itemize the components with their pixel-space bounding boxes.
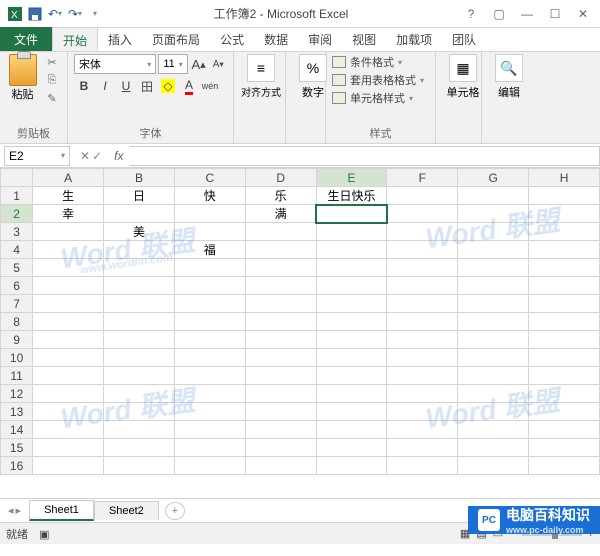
sheet-nav-next-icon[interactable]: ▸ xyxy=(16,504,22,517)
copy-icon[interactable]: ⎘ xyxy=(43,72,61,88)
ribbon-tabs: 文件 开始 插入 页面布局 公式 数据 审阅 视图 加载项 团队 xyxy=(0,28,600,52)
col-header[interactable]: E xyxy=(316,169,387,187)
name-box[interactable]: E2▾ xyxy=(4,146,70,166)
ribbon-options-icon[interactable]: ▢ xyxy=(486,4,512,24)
minimize-icon[interactable]: — xyxy=(514,4,540,24)
cell-style-icon xyxy=(332,92,346,104)
status-ready: 就绪 xyxy=(6,529,28,541)
spreadsheet-grid[interactable]: A B C D E F G H 1生日快乐生日快乐 2幸满 3美 4福 5 6 … xyxy=(0,168,600,475)
conditional-format-button[interactable]: 条件格式▾ xyxy=(332,54,429,70)
underline-button[interactable]: U xyxy=(116,76,136,96)
svg-text:X: X xyxy=(11,10,18,21)
cond-format-icon xyxy=(332,56,346,68)
selected-cell[interactable] xyxy=(316,205,387,223)
col-header[interactable]: F xyxy=(387,169,458,187)
percent-icon: % xyxy=(299,54,327,82)
row-header[interactable]: 16 xyxy=(1,457,33,475)
col-header[interactable]: H xyxy=(529,169,600,187)
excel-icon[interactable]: X xyxy=(6,5,24,23)
shrink-font-icon[interactable]: A▾ xyxy=(209,54,227,74)
help-icon[interactable]: ? xyxy=(458,4,484,24)
redo-icon[interactable]: ↷▾ xyxy=(66,5,84,23)
tab-data[interactable]: 数据 xyxy=(254,27,298,51)
font-size-select[interactable]: 11▾ xyxy=(158,54,187,74)
select-all-corner[interactable] xyxy=(1,169,33,187)
row-header[interactable]: 5 xyxy=(1,259,33,277)
table-format-button[interactable]: 套用表格格式▾ xyxy=(332,72,429,88)
brand-footer: PC 电脑百科知识 www.pc-daily.com xyxy=(468,506,600,534)
font-name-select[interactable]: 宋体▾ xyxy=(74,54,156,74)
add-sheet-button[interactable]: + xyxy=(165,502,185,520)
col-header[interactable]: G xyxy=(458,169,529,187)
row-header[interactable]: 13 xyxy=(1,403,33,421)
col-header[interactable]: B xyxy=(104,169,175,187)
sheet-tab[interactable]: Sheet2 xyxy=(94,501,159,520)
sheet-tab[interactable]: Sheet1 xyxy=(29,500,94,521)
row-header[interactable]: 8 xyxy=(1,313,33,331)
clipboard-icon xyxy=(9,54,37,86)
brand-logo-icon: PC xyxy=(478,509,500,531)
row-header[interactable]: 15 xyxy=(1,439,33,457)
cancel-formula-icon[interactable]: ✕ xyxy=(80,149,90,163)
italic-button[interactable]: I xyxy=(95,76,115,96)
row-header[interactable]: 9 xyxy=(1,331,33,349)
table-format-icon xyxy=(332,74,346,86)
close-icon[interactable]: ✕ xyxy=(570,4,596,24)
clipboard-group-label: 剪贴板 xyxy=(6,125,61,141)
row-header[interactable]: 10 xyxy=(1,349,33,367)
col-header[interactable]: D xyxy=(245,169,316,187)
tab-file[interactable]: 文件 xyxy=(0,27,52,51)
qat-dropdown-icon[interactable]: ▾ xyxy=(86,5,104,23)
border-button[interactable]: 田 xyxy=(137,76,157,96)
row-header[interactable]: 14 xyxy=(1,421,33,439)
row-header[interactable]: 3 xyxy=(1,223,33,241)
grow-font-icon[interactable]: A▴ xyxy=(190,54,208,74)
row-header[interactable]: 1 xyxy=(1,187,33,205)
tab-review[interactable]: 审阅 xyxy=(298,27,342,51)
fx-icon[interactable]: fx xyxy=(108,149,129,163)
tab-addins[interactable]: 加载项 xyxy=(386,27,442,51)
col-header[interactable]: A xyxy=(33,169,104,187)
col-header[interactable]: C xyxy=(174,169,245,187)
format-painter-icon[interactable]: ✎ xyxy=(43,90,61,106)
row-header[interactable]: 7 xyxy=(1,295,33,313)
alignment-button[interactable]: ≡ 对齐方式 xyxy=(240,54,282,99)
editing-button[interactable]: 🔍 编辑 xyxy=(488,54,530,100)
accept-formula-icon[interactable]: ✓ xyxy=(92,149,102,163)
cut-icon[interactable]: ✂ xyxy=(43,54,61,70)
font-group-label: 字体 xyxy=(74,125,227,141)
maximize-icon[interactable]: ☐ xyxy=(542,4,568,24)
save-icon[interactable] xyxy=(26,5,44,23)
styles-group-label: 样式 xyxy=(332,125,429,141)
cells-icon: ▦ xyxy=(449,54,477,82)
tab-home[interactable]: 开始 xyxy=(52,27,98,51)
macro-record-icon[interactable]: ▣ xyxy=(39,529,49,541)
tab-layout[interactable]: 页面布局 xyxy=(142,27,210,51)
sheet-nav-prev-icon[interactable]: ◂ xyxy=(8,504,14,517)
undo-icon[interactable]: ↶▾ xyxy=(46,5,64,23)
row-header[interactable]: 11 xyxy=(1,367,33,385)
tab-insert[interactable]: 插入 xyxy=(98,27,142,51)
align-icon: ≡ xyxy=(247,54,275,82)
window-title: 工作簿2 - Microsoft Excel xyxy=(104,5,458,22)
bold-button[interactable]: B xyxy=(74,76,94,96)
phonetic-button[interactable]: wén xyxy=(200,76,220,96)
fill-color-button[interactable]: ◇ xyxy=(158,76,178,96)
row-header[interactable]: 6 xyxy=(1,277,33,295)
formula-input[interactable] xyxy=(129,146,600,166)
find-icon: 🔍 xyxy=(495,54,523,82)
cell-styles-button[interactable]: 单元格样式▾ xyxy=(332,90,429,106)
tab-formula[interactable]: 公式 xyxy=(210,27,254,51)
row-header[interactable]: 12 xyxy=(1,385,33,403)
cells-button[interactable]: ▦ 单元格 xyxy=(442,54,484,100)
row-header[interactable]: 4 xyxy=(1,241,33,259)
paste-button[interactable]: 粘贴 xyxy=(6,54,39,106)
tab-view[interactable]: 视图 xyxy=(342,27,386,51)
row-header[interactable]: 2 xyxy=(1,205,33,223)
font-color-button[interactable]: A xyxy=(179,76,199,96)
tab-team[interactable]: 团队 xyxy=(442,27,486,51)
